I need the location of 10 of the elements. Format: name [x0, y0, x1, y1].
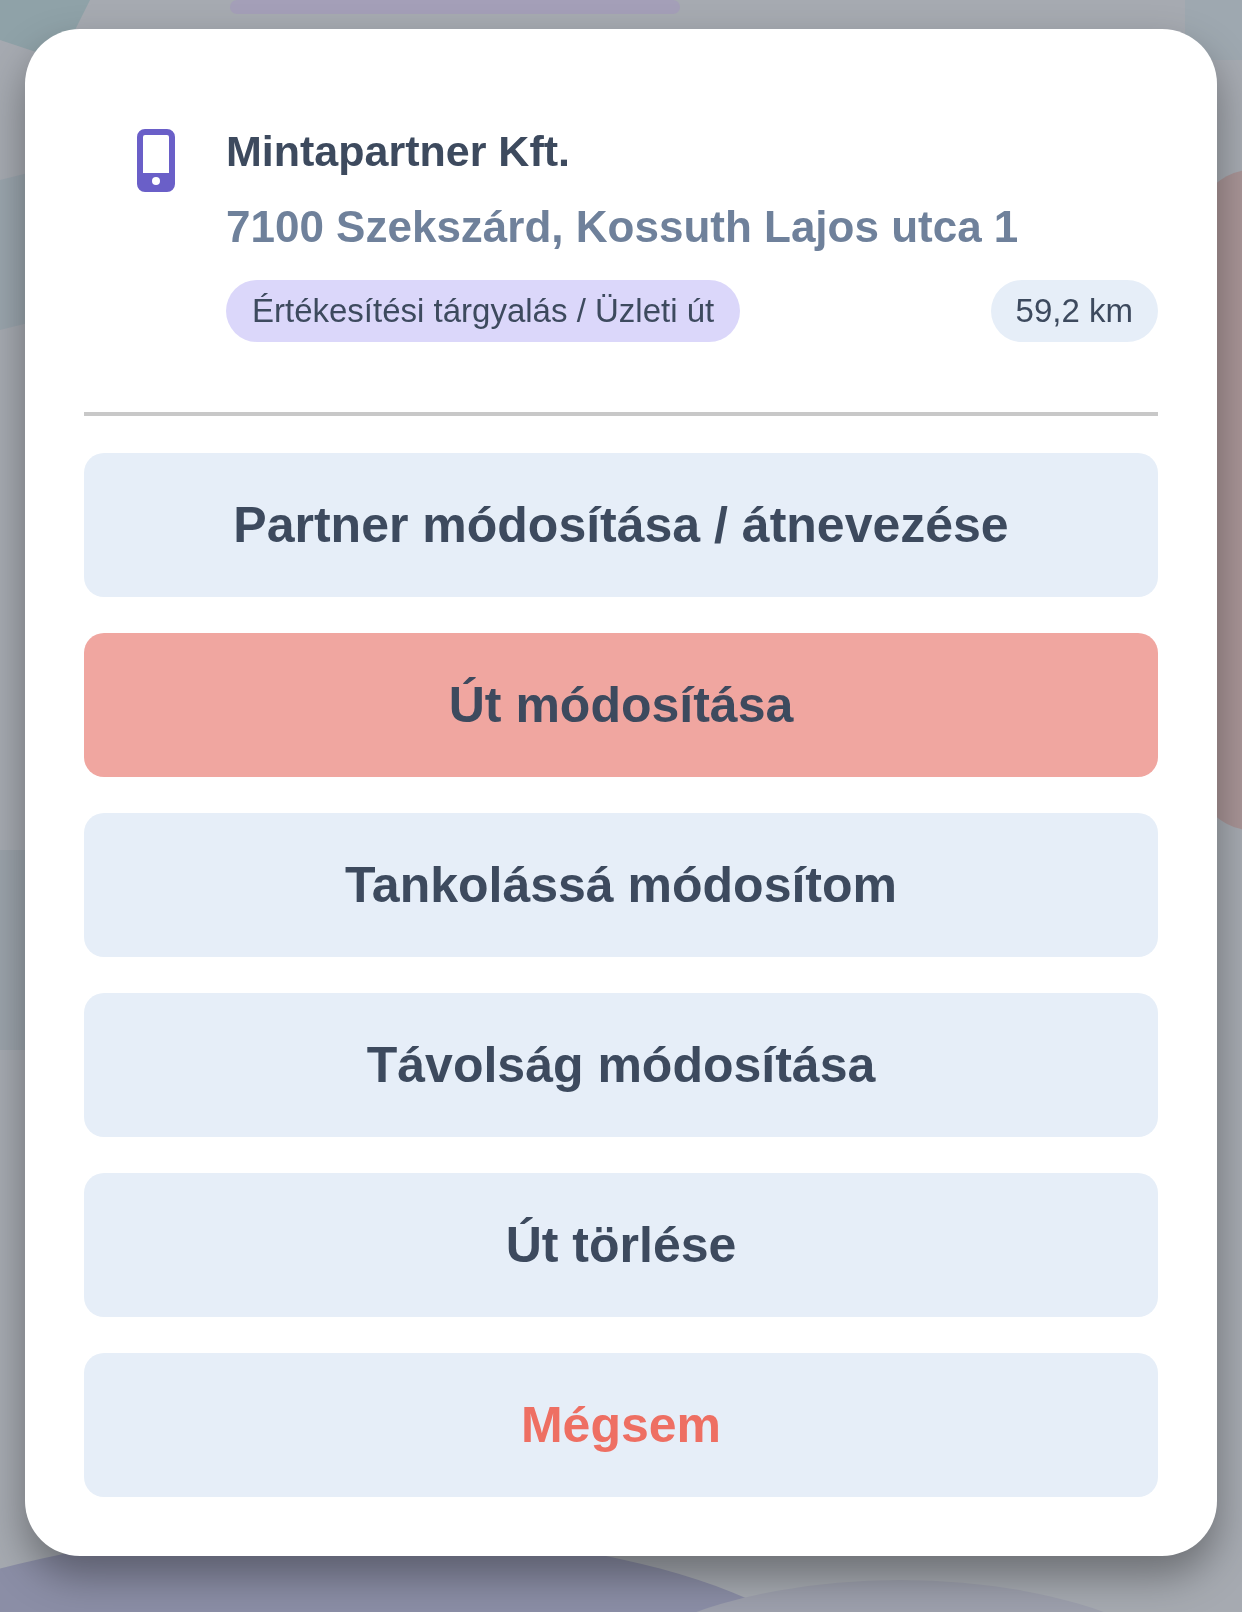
category-tag: Értékesítési tárgyalás / Üzleti út — [226, 280, 741, 342]
action-button[interactable]: Út törlése — [84, 1173, 1158, 1317]
phone-icon — [137, 129, 175, 192]
partner-address: 7100 Szekszárd, Kossuth Lajos utca 1 — [226, 201, 1020, 253]
action-button[interactable]: Tankolássá módosítom — [84, 813, 1158, 957]
partner-name: Mintapartner Kft. — [226, 126, 571, 177]
action-button[interactable]: Út módosítása — [84, 633, 1158, 777]
action-button[interactable]: Távolság módosítása — [84, 993, 1158, 1137]
distance-tag: 59,2 km — [990, 280, 1158, 342]
action-button[interactable]: Partner módosítása / átnevezése — [84, 453, 1158, 597]
